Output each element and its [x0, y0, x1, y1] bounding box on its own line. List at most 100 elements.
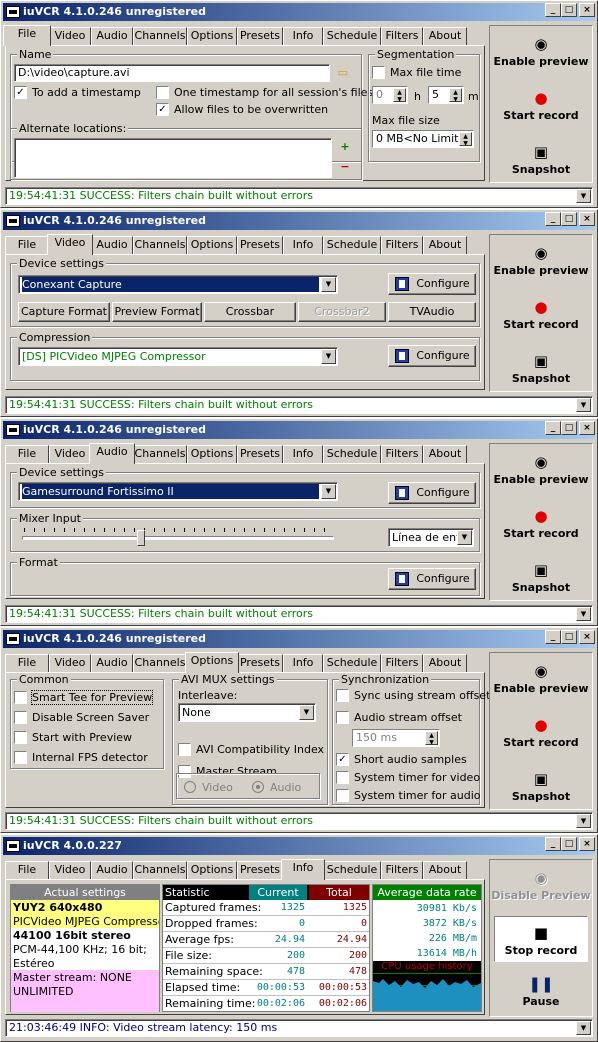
tab-channels[interactable]: Channels [133, 445, 187, 463]
crossbar-button[interactable]: Crossbar [204, 302, 296, 322]
tab-info[interactable]: Info [283, 654, 323, 672]
close-button[interactable]: × [579, 837, 595, 851]
audio-stream-offset-checkbox[interactable]: Audio stream offset [336, 711, 462, 724]
maximize-button[interactable]: □ [561, 421, 577, 435]
tab-channels[interactable]: Channels [133, 27, 187, 45]
capture-format-button[interactable]: Capture Format [18, 302, 110, 322]
disable-screen-saver-checkbox[interactable]: Disable Screen Saver [14, 711, 149, 724]
start-record-button[interactable]: ● Start record [490, 717, 592, 749]
tab-about[interactable]: About [423, 861, 467, 879]
disable-preview-button[interactable]: ◉ Disable Preview [490, 870, 592, 902]
filename-input[interactable]: D:\video\capture.avi [14, 64, 330, 82]
tab-file[interactable]: File [5, 236, 49, 254]
tab-info[interactable]: Info [283, 27, 323, 45]
tab-video[interactable]: Video [49, 861, 91, 879]
status-bar[interactable]: 21:03:46:49 INFO: Video stream latency: … [5, 1019, 593, 1037]
enable-preview-button[interactable]: ◉ Enable preview [490, 245, 592, 277]
audio-offset-spinner[interactable]: 150 ms ▲ ▼ [352, 729, 440, 747]
tab-filters[interactable]: Filters [381, 236, 423, 254]
maximize-button[interactable]: □ [561, 212, 577, 226]
start-with-preview-checkbox[interactable]: Start with Preview [14, 731, 132, 744]
system-timer-video-checkbox[interactable]: System timer for video [336, 771, 480, 784]
sync-stream-offset-checkbox[interactable]: Sync using stream offset [336, 689, 490, 702]
minutes-spinner[interactable]: 5 ▲ ▼ [428, 86, 464, 104]
tab-options[interactable]: Options [185, 652, 239, 673]
one-timestamp-checkbox[interactable]: One timestamp for all session's files [156, 86, 373, 99]
enable-preview-button[interactable]: ◉ Enable preview [490, 454, 592, 486]
tab-presets[interactable]: Presets [237, 27, 283, 45]
tab-channels[interactable]: Channels [133, 236, 187, 254]
configure-format-button[interactable]: Configure [388, 568, 476, 590]
avi-compat-checkbox[interactable]: AVI Compatibility Index [178, 743, 324, 756]
status-bar[interactable]: 19:54:41:31 SUCCESS: Filters chain built… [5, 605, 593, 623]
enable-preview-button[interactable]: ◉ Enable preview [490, 663, 592, 695]
preview-format-button[interactable]: Preview Format [112, 302, 202, 322]
snapshot-button[interactable]: ▣ Snapshot [490, 562, 592, 594]
tab-video[interactable]: Video [47, 234, 93, 255]
tab-schedule[interactable]: Schedule [323, 861, 381, 879]
add-timestamp-checkbox[interactable]: ✓ To add a timestamp [14, 86, 141, 99]
snapshot-button[interactable]: ▣ Snapshot [490, 353, 592, 385]
tab-info[interactable]: Info [283, 236, 323, 254]
tab-file[interactable]: File [3, 25, 51, 46]
status-bar[interactable]: 19:54:41:31 SUCCESS: Filters chain built… [5, 812, 593, 830]
tab-about[interactable]: About [423, 27, 467, 45]
hours-spinner[interactable]: 0 ▲ ▼ [372, 86, 408, 104]
snapshot-button[interactable]: ▣ Snapshot [490, 144, 592, 176]
tab-filters[interactable]: Filters [381, 861, 423, 879]
tab-options[interactable]: Options [187, 27, 237, 45]
folder-icon[interactable]: ▭ [336, 66, 350, 80]
video-device-select[interactable]: Conexant Capture ▼ [18, 275, 338, 294]
tab-file[interactable]: File [5, 445, 49, 463]
tab-video[interactable]: Video [49, 654, 91, 672]
tab-filters[interactable]: Filters [381, 27, 423, 45]
allow-overwrite-checkbox[interactable]: ✓ Allow files to be overwritten [156, 103, 328, 116]
tab-schedule[interactable]: Schedule [323, 445, 381, 463]
start-record-button[interactable]: ● Start record [490, 90, 592, 122]
tab-audio[interactable]: Audio [91, 861, 133, 879]
mixer-level-slider[interactable] [22, 536, 334, 540]
tab-info[interactable]: Info [283, 445, 323, 463]
tab-about[interactable]: About [423, 445, 467, 463]
minimize-button[interactable]: _ [545, 837, 561, 851]
mixer-input-select[interactable]: Línea de entr ▼ [388, 528, 474, 547]
tab-channels[interactable]: Channels [133, 654, 187, 672]
minimize-button[interactable]: _ [545, 3, 561, 17]
short-audio-samples-checkbox[interactable]: ✓ Short audio samples [336, 753, 467, 766]
enable-preview-button[interactable]: ◉ Enable preview [490, 36, 592, 68]
tab-schedule[interactable]: Schedule [323, 236, 381, 254]
tab-schedule[interactable]: Schedule [323, 27, 381, 45]
tab-channels[interactable]: Channels [133, 861, 187, 879]
mixer-level-thumb[interactable] [136, 530, 145, 546]
tab-about[interactable]: About [423, 236, 467, 254]
tab-schedule[interactable]: Schedule [323, 654, 381, 672]
smart-tee-checkbox[interactable]: Smart Tee for Preview [14, 690, 154, 705]
pause-button[interactable]: ❚❚ Pause [490, 976, 592, 1008]
add-location-icon[interactable]: + [338, 140, 352, 154]
tvaudio-button[interactable]: TVAudio [388, 302, 476, 322]
configure-device-button[interactable]: Configure [388, 273, 476, 295]
tab-info[interactable]: Info [281, 859, 325, 880]
compressor-select[interactable]: [DS] PICVideo MJPEG Compressor ▼ [18, 347, 338, 366]
close-button[interactable]: × [579, 3, 595, 17]
tab-audio[interactable]: Audio [89, 443, 135, 464]
tab-about[interactable]: About [423, 654, 467, 672]
maximize-button[interactable]: □ [561, 837, 577, 851]
tab-filters[interactable]: Filters [381, 654, 423, 672]
configure-audio-device-button[interactable]: Configure [388, 482, 476, 504]
status-bar[interactable]: 19:54:41:31 SUCCESS: Filters chain built… [5, 187, 593, 205]
alternate-locations-list[interactable] [14, 138, 332, 178]
tab-options[interactable]: Options [187, 236, 237, 254]
minimize-button[interactable]: _ [545, 630, 561, 644]
tab-filters[interactable]: Filters [381, 445, 423, 463]
tab-video[interactable]: Video [49, 27, 91, 45]
internal-fps-checkbox[interactable]: Internal FPS detector [14, 751, 148, 764]
close-button[interactable]: × [579, 630, 595, 644]
snapshot-button[interactable]: ▣ Snapshot [490, 771, 592, 803]
tab-presets[interactable]: Presets [237, 654, 283, 672]
remove-location-icon[interactable]: − [338, 160, 352, 174]
configure-compression-button[interactable]: Configure [388, 345, 476, 367]
start-record-button[interactable]: ● Start record [490, 299, 592, 331]
tab-options[interactable]: Options [187, 445, 237, 463]
status-bar[interactable]: 19:54:41:31 SUCCESS: Filters chain built… [5, 396, 593, 414]
